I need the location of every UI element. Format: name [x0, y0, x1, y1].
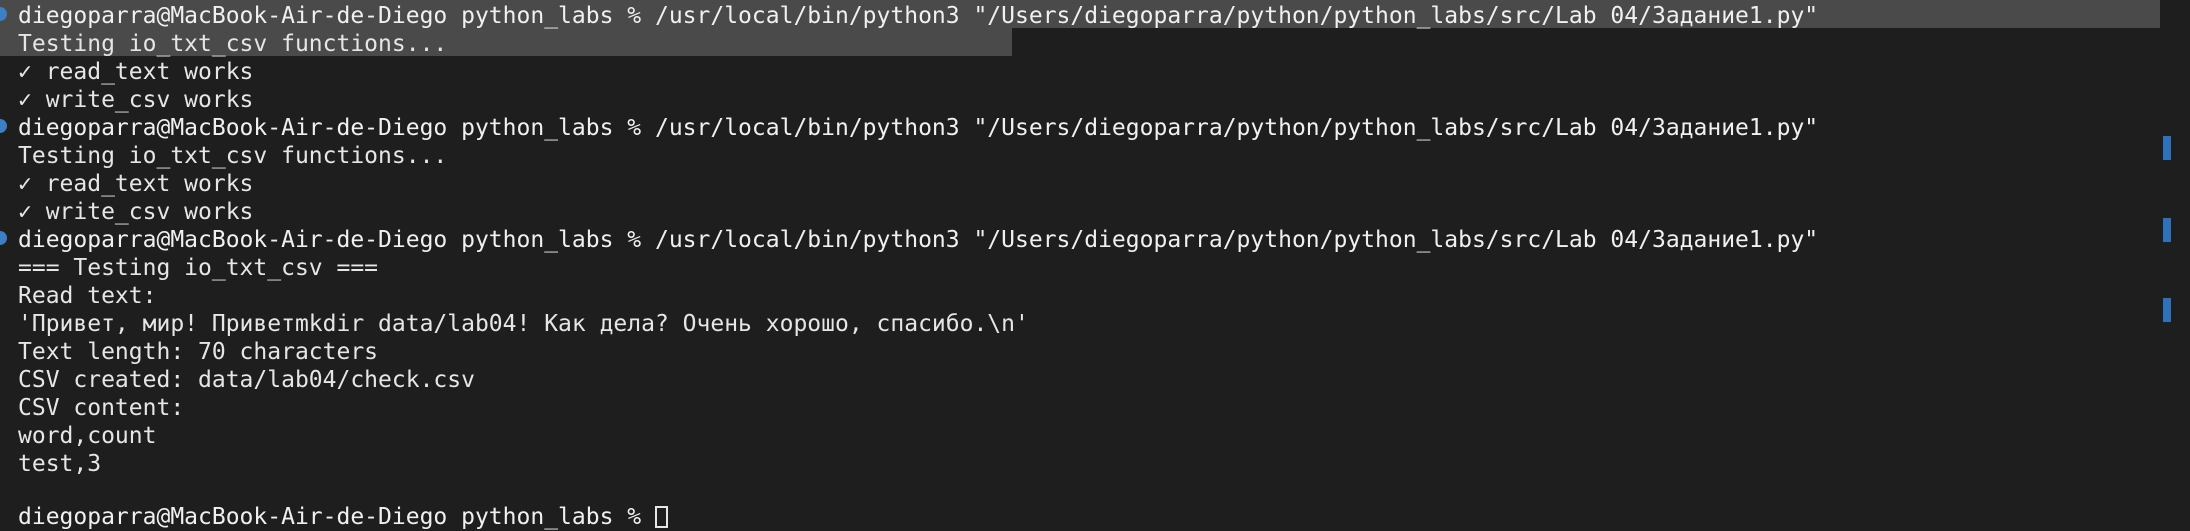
terminal-line: Read text: [18, 283, 157, 309]
prompt-text: diegoparra@MacBook-Air-de-Diego python_l… [18, 504, 655, 530]
terminal-line: CSV created: data/lab04/check.csv [18, 367, 475, 393]
scrollbar-marker[interactable] [2163, 218, 2171, 242]
terminal-line: Testing io_txt_csv functions... [18, 31, 448, 57]
terminal-line: ✓ read_text works [18, 171, 254, 197]
terminal-line: diegoparra@MacBook-Air-de-Diego python_l… [18, 227, 1819, 253]
terminal-line: word,count [18, 423, 157, 449]
command-decoration-icon[interactable] [0, 231, 7, 245]
terminal-line: CSV content: [18, 395, 185, 421]
terminal-line: ✓ write_csv works [18, 199, 254, 225]
terminal-line: diegoparra@MacBook-Air-de-Diego python_l… [18, 115, 1819, 141]
terminal-line: Testing io_txt_csv functions... [18, 143, 448, 169]
terminal-panel[interactable]: diegoparra@MacBook-Air-de-Diego python_l… [0, 0, 2190, 530]
command-decoration-icon[interactable] [0, 119, 7, 133]
scrollbar-marker[interactable] [2163, 298, 2171, 322]
terminal-line: diegoparra@MacBook-Air-de-Diego python_l… [18, 3, 1819, 29]
terminal-line: ✓ read_text works [18, 59, 254, 85]
prompt-line[interactable]: diegoparra@MacBook-Air-de-Diego python_l… [18, 503, 668, 531]
terminal-line: Text length: 70 characters [18, 339, 379, 365]
terminal-cursor [654, 506, 668, 528]
terminal-line: === Testing io_txt_csv === [18, 255, 379, 281]
terminal-line: test,3 [18, 451, 102, 477]
scrollbar-marker[interactable] [2163, 136, 2171, 160]
terminal-line: ✓ write_csv works [18, 87, 254, 113]
terminal-line: 'Привет, мир! Приветmkdir data/lab04! Ка… [18, 311, 1029, 337]
